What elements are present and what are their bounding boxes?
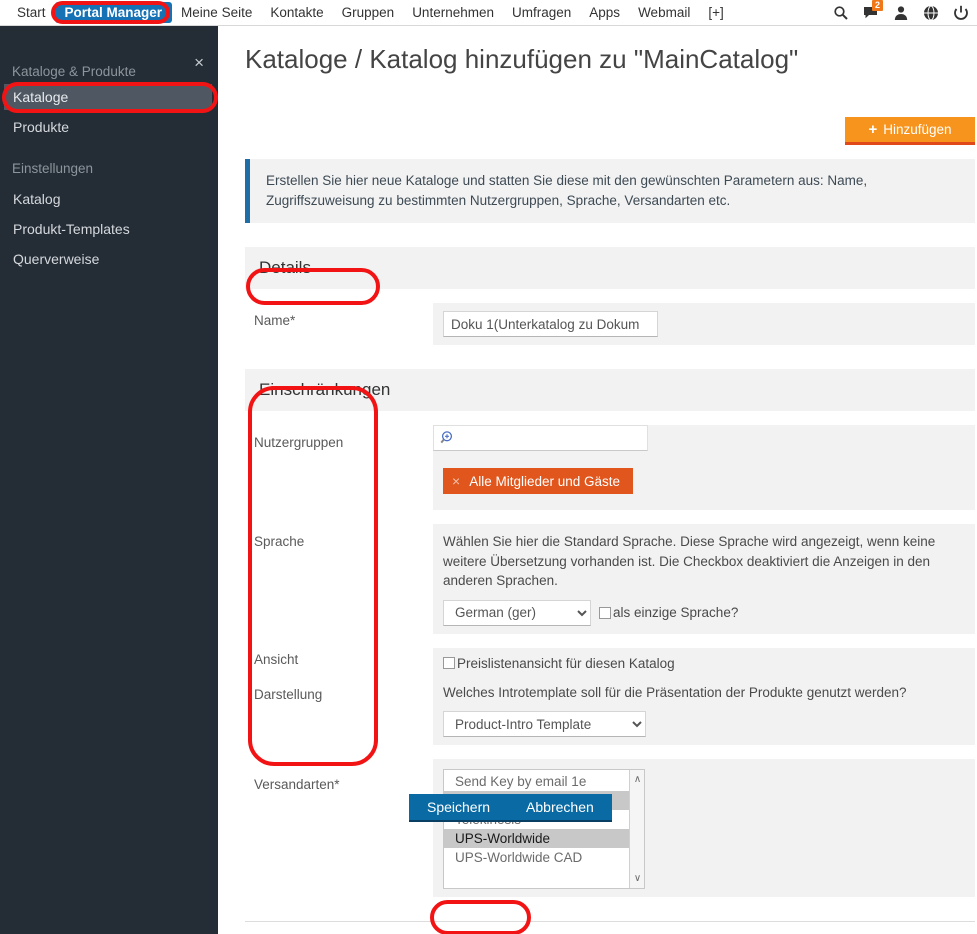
single-language-checkbox-row[interactable]: als einzige Sprache? [599,605,738,620]
top-navigation-bar: Start Portal Manager Meine Seite Kontakt… [0,0,977,26]
list-item[interactable]: Send Key by email 1e [444,772,644,791]
label-column-view: Ansicht Darstellung [245,648,433,746]
label-shipping: Versandarten* [254,777,340,793]
nav-item-meine-seite[interactable]: Meine Seite [172,2,261,23]
nav-item-unternehmen[interactable]: Unternehmen [403,2,503,23]
list-item[interactable]: UPS-Worldwide [444,829,644,849]
globe-icon[interactable] [923,5,939,21]
label-presentation: Darstellung [254,686,323,702]
label-name: Name* [254,313,296,329]
form-row-usergroups: Nutzergruppen × Alle Mitglieder und Gäst… [245,425,975,511]
remove-tag-icon[interactable]: × [452,473,460,489]
sidebar-item-produkte[interactable]: Produkte [4,114,212,140]
nav-item-start[interactable]: Start [8,2,55,23]
label-view: Ansicht [254,651,299,667]
form-row-shipping: Versandarten* Send Key by email 1e Send … [245,759,975,898]
field-shipping-container: Send Key by email 1e Send Key by email C… [433,759,975,898]
nav-item-gruppen[interactable]: Gruppen [333,2,404,23]
top-nav-icons: 2 [833,0,977,21]
add-button-label: Hinzufügen [883,122,952,137]
label-usergroups: Nutzergruppen [254,435,344,451]
user-icon[interactable] [893,5,909,21]
power-icon[interactable] [953,5,969,21]
single-language-label: als einzige Sprache? [613,605,739,621]
field-usergroups-container: × Alle Mitglieder und Gäste [433,425,975,511]
messages-icon[interactable]: 2 [863,0,883,21]
intro-template-select[interactable]: Product-Intro Template [443,711,646,738]
sidebar-group-title-catalogs: Kataloge & Produkte [12,64,136,79]
scroll-up-icon[interactable]: ∧ [630,772,644,787]
form-row-view-presentation: Ansicht Darstellung Preislistenansicht f… [245,647,975,746]
sidebar-item-katalog[interactable]: Katalog [4,186,212,212]
sidebar: × Kataloge & Produkte Kataloge Produkte … [0,26,218,934]
cancel-button[interactable]: Abbrechen [508,794,612,822]
nav-item-apps[interactable]: Apps [580,2,629,23]
pricelist-checkbox[interactable] [443,657,455,670]
shipping-listbox-scrollbar[interactable]: ∧ ∨ [629,770,644,889]
sidebar-item-kataloge[interactable]: Kataloge [4,84,212,110]
usergroup-search-input[interactable] [461,426,646,451]
section-heading-details: Details [245,247,975,290]
nav-item-umfragen[interactable]: Umfragen [503,2,580,23]
sidebar-item-querverweise[interactable]: Querverweise [4,246,212,272]
shipping-listbox[interactable]: Send Key by email 1e Send Key by email C… [443,769,645,890]
footer-divider [245,921,975,923]
magnifier-plus-icon [440,430,456,451]
sidebar-item-label: Kataloge [13,89,69,105]
pricelist-checkbox-row[interactable]: Preislistenansicht für diesen Katalog [443,656,965,671]
usergroup-tags: × Alle Mitglieder und Gäste [433,451,975,510]
form-row-name: Name* [245,303,975,346]
add-button[interactable]: + Hinzufügen [845,117,975,145]
app-root: Start Portal Manager Meine Seite Kontakt… [0,0,977,934]
presentation-help-text: Welches Introtemplate soll für die Präse… [443,684,907,700]
language-controls: German (ger) als einzige Sprache? [443,591,965,626]
field-name-container [433,303,975,346]
nav-item-portal-manager[interactable]: Portal Manager [54,2,173,23]
usergroup-tag-label: Alle Mitglieder und Gäste [469,473,621,489]
sidebar-item-label: Produkte [13,119,70,135]
info-box: Erstellen Sie hier neue Kataloge und sta… [245,159,975,224]
list-item[interactable]: UPS-Worldwide CAD [444,848,644,867]
sidebar-item-label: Produkt-Templates [13,221,130,237]
plus-icon: + [868,121,878,138]
language-select[interactable]: German (ger) [443,599,591,626]
sidebar-group-title-settings: Einstellungen [12,161,94,176]
search-icon[interactable] [833,5,849,21]
form-action-bar: Speichern Abbrechen [409,794,612,822]
close-icon[interactable]: × [194,54,204,71]
nav-item-webmail[interactable]: Webmail [629,2,699,23]
label-language: Sprache [254,534,305,550]
sidebar-item-label: Katalog [13,191,61,207]
page-title: Kataloge / Katalog hinzufügen zu "MainCa… [245,44,799,74]
usergroup-search-box[interactable] [433,425,648,452]
save-button[interactable]: Speichern [409,794,509,822]
nav-item-kontakte[interactable]: Kontakte [261,2,332,23]
language-help-text: Wählen Sie hier die Standard Sprache. Di… [443,534,936,589]
section-heading-restrictions: Einschränkungen [245,369,975,412]
usergroup-tag[interactable]: × Alle Mitglieder und Gäste [443,468,634,495]
scroll-down-icon[interactable]: ∨ [630,871,644,886]
field-view-presentation-container: Preislistenansicht für diesen Katalog We… [433,647,975,746]
form-row-language: Sprache Wählen Sie hier die Standard Spr… [245,524,975,634]
message-count-badge: 2 [872,0,883,11]
sidebar-item-produkt-templates[interactable]: Produkt-Templates [4,216,212,242]
nav-item-more[interactable]: [+] [699,2,732,23]
pricelist-label: Preislistenansicht für diesen Katalog [457,655,675,671]
sidebar-item-label: Querverweise [13,251,100,267]
name-input[interactable] [443,311,658,338]
single-language-checkbox[interactable] [599,606,611,619]
field-language-container: Wählen Sie hier die Standard Sprache. Di… [433,524,975,634]
main-content: Kataloge / Katalog hinzufügen zu "MainCa… [218,26,977,934]
top-nav-items: Start Portal Manager Meine Seite Kontakt… [0,2,733,23]
